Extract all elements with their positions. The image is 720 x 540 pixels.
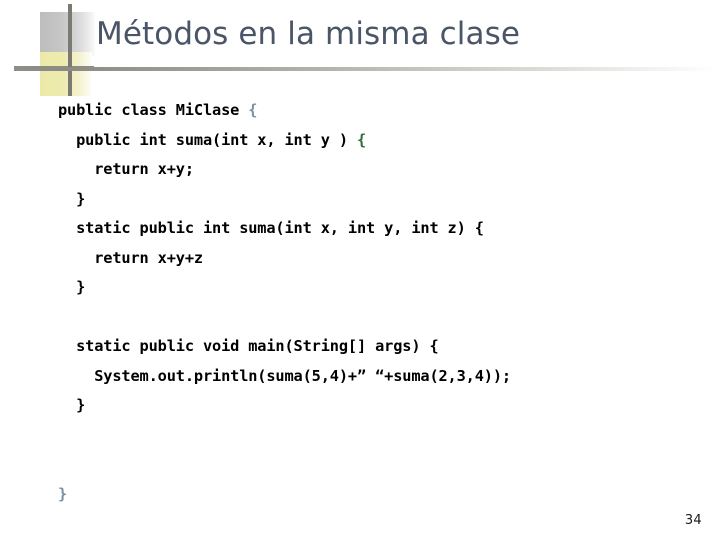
ornament-yellow-square-icon: [40, 52, 92, 96]
code-text: static public int suma(int x, int y, int…: [58, 219, 484, 237]
code-line: static public int suma(int x, int y, int…: [58, 214, 708, 244]
code-text: public int suma(int x, int y ): [58, 130, 357, 149]
slide: Métodos en la misma clase public class M…: [0, 0, 720, 540]
code-text: }: [58, 396, 86, 414]
code-brace: }: [58, 484, 68, 503]
code-line: }: [58, 391, 708, 421]
code-line: return x+y;: [58, 155, 708, 185]
code-line: static public void main(String[] args) {: [58, 332, 708, 362]
code-text: return x+y;: [58, 160, 194, 178]
code-text: public class MiClase: [58, 101, 249, 119]
code-text: static public void main(String[] args) {: [58, 337, 439, 355]
code-line: }: [58, 480, 708, 510]
code-line: public int suma(int x, int y ) {: [58, 126, 708, 156]
page-number: 34: [684, 513, 702, 528]
code-brace: {: [356, 130, 367, 149]
code-text: }: [58, 278, 86, 296]
code-line: }: [58, 273, 708, 303]
ornament-vertical-line: [68, 4, 72, 96]
ornament-gray-square-icon: [40, 12, 96, 56]
code-block: public class MiClase { public int suma(i…: [58, 96, 708, 509]
ornament-blue-gradient-icon: [13, 40, 65, 68]
code-text: }: [58, 189, 86, 208]
page-title: Métodos en la misma clase: [96, 16, 521, 52]
code-line: public class MiClase {: [58, 96, 708, 126]
code-brace: {: [248, 101, 258, 119]
title-divider-rule: [14, 67, 714, 71]
code-line: return x+y+z: [58, 244, 708, 274]
code-text: System.out.println(suma(5,4)+” “+suma(2,…: [58, 366, 511, 385]
code-line: System.out.println(suma(5,4)+” “+suma(2,…: [58, 362, 708, 392]
code-text: return x+y+z: [58, 248, 203, 267]
code-line: }: [58, 185, 708, 215]
